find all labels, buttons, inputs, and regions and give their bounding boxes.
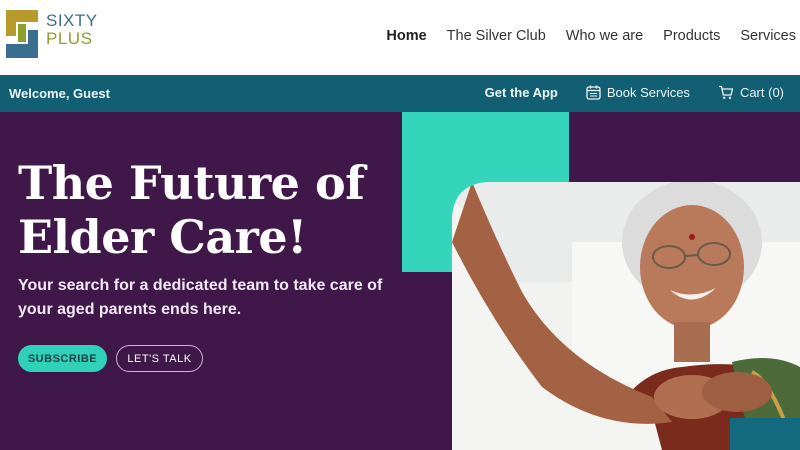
calendar-icon: [586, 85, 601, 100]
logo-cross-icon: [6, 10, 38, 58]
brand-wordmark: SIXTY PLUS: [46, 12, 98, 48]
main-nav: Home The Silver Club Who we are Products…: [386, 28, 796, 44]
cart-link[interactable]: Cart (0): [718, 85, 784, 100]
hero-photo: [452, 182, 800, 450]
utility-actions: Get the App Book Services Cart (0): [485, 85, 784, 100]
nav-who-we-are[interactable]: Who we are: [566, 28, 643, 44]
hero-title: The Future of Elder Care!: [18, 156, 365, 264]
lets-talk-button[interactable]: LET'S TALK: [116, 345, 203, 372]
nav-home[interactable]: Home: [386, 28, 426, 44]
hero-title-line1: The Future of: [18, 156, 365, 210]
hero-title-line2: Elder Care!: [18, 210, 307, 264]
nav-services[interactable]: Services: [740, 28, 796, 44]
brand-line2: PLUS: [46, 29, 93, 48]
brand-logo[interactable]: SIXTY PLUS: [6, 10, 116, 66]
nav-products[interactable]: Products: [663, 28, 720, 44]
hero-banner: The Future of Elder Care! Your search fo…: [0, 112, 800, 450]
get-app-link[interactable]: Get the App: [485, 85, 558, 100]
cart-icon: [718, 85, 734, 99]
subscribe-button[interactable]: SUBSCRIBE: [18, 345, 107, 372]
utility-bar: Welcome, Guest Get the App Book Services…: [0, 75, 800, 112]
book-services-label: Book Services: [606, 85, 690, 100]
welcome-text: Welcome, Guest: [9, 86, 110, 101]
hero-subtitle: Your search for a dedicated team to take…: [18, 277, 383, 318]
hero-corner-accent: [730, 418, 800, 450]
nav-silver-club[interactable]: The Silver Club: [447, 28, 546, 44]
cart-label: Cart (0): [739, 85, 784, 100]
brand-line1: SIXTY: [46, 11, 98, 30]
site-header: SIXTY PLUS Home The Silver Club Who we a…: [0, 0, 800, 75]
book-services-link[interactable]: Book Services: [586, 85, 690, 100]
